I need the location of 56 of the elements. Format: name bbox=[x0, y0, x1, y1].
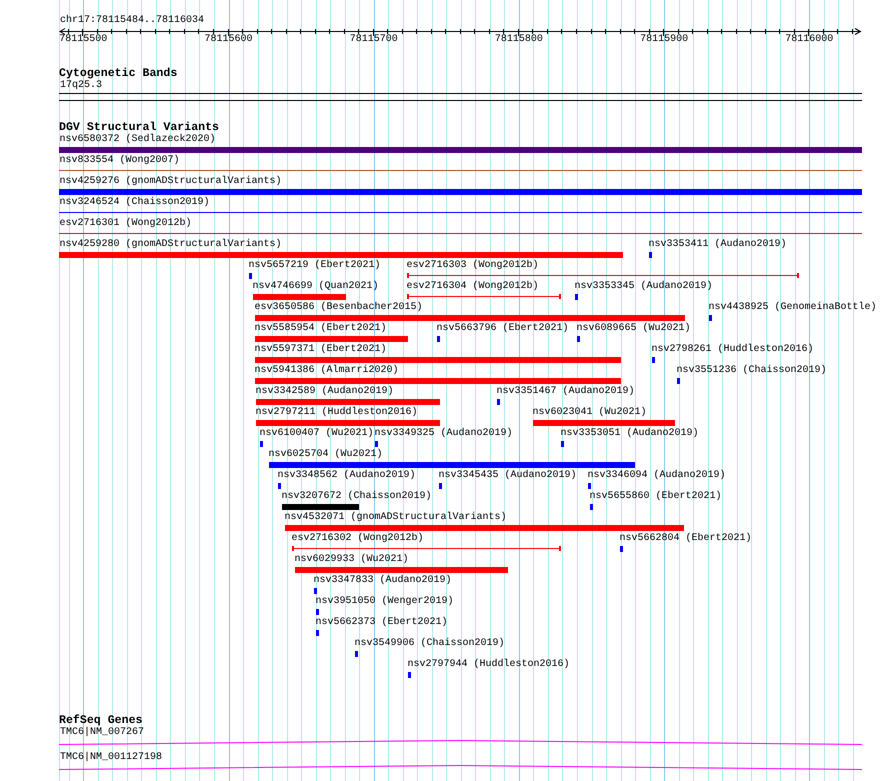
variant-label: nsv4532071 (gnomADStructuralVariants) bbox=[284, 513, 507, 523]
variant-label: nsv5657219 (Ebert2021) bbox=[248, 261, 381, 271]
variant-label: nsv4438925 (GenomeinaBottle) bbox=[708, 303, 877, 313]
variant-label: nsv4259280 (gnomADStructuralVariants) bbox=[60, 240, 282, 250]
tick-label: 78115900 bbox=[640, 35, 688, 45]
variant-label: nsv3551236 (Chaisson2019) bbox=[676, 366, 827, 376]
track-title: Cytogenetic Bands bbox=[59, 68, 178, 80]
variant-label: nsv4259276 (gnomADStructuralVariants) bbox=[60, 177, 282, 187]
tick-label: 78115700 bbox=[350, 35, 398, 45]
variant-label: nsv3549906 (Chaisson2019) bbox=[354, 639, 505, 649]
variant-label: nsv5597371 (Ebert2021) bbox=[254, 345, 387, 355]
variant-label: nsv5662373 (Ebert2021) bbox=[316, 618, 448, 628]
variant-label: esv2716302 (Wong2012b) bbox=[292, 534, 424, 544]
variant-label: nsv2797944 (Huddleston2016) bbox=[408, 660, 570, 670]
variant-label: esv2716303 (Wong2012b) bbox=[406, 261, 539, 271]
variant-label: nsv5655860 (Ebert2021) bbox=[590, 492, 722, 502]
variant-label: nsv5662804 (Ebert2021) bbox=[620, 534, 752, 544]
tick-label: 78115600 bbox=[204, 35, 253, 45]
band-label: 17q25.3 bbox=[60, 81, 102, 91]
tick-label: 78115500 bbox=[59, 35, 108, 45]
variant-label: nsv6089665 (Wu2021) bbox=[576, 324, 691, 334]
track-title: RefSeq Genes bbox=[59, 715, 142, 727]
tick-label: 78115800 bbox=[494, 35, 543, 45]
variant-label: nsv2797211 (Huddleston2016) bbox=[256, 408, 418, 418]
variant-label: nsv3207672 (Chaisson2019) bbox=[282, 492, 432, 502]
variant-label: nsv6023041 (Wu2021) bbox=[532, 408, 647, 418]
variant-label: nsv3345435 (Audano2019) bbox=[438, 471, 577, 481]
variant-label: nsv3353345 (Audano2019) bbox=[574, 282, 713, 292]
gene-label: TMC6|NM_007267 bbox=[60, 728, 144, 738]
variant-label: nsv6025704 (Wu2021) bbox=[268, 450, 383, 460]
variant-label: nsv5663796 (Ebert2021) bbox=[436, 324, 569, 334]
variant-label: nsv3351467 (Audano2019) bbox=[496, 387, 635, 397]
tick-label: 78116000 bbox=[785, 35, 834, 45]
gene-label: TMC6|NM_001127198 bbox=[60, 753, 162, 763]
variant-label: nsv3353051 (Audano2019) bbox=[560, 429, 699, 439]
variant-label: nsv4746699 (Quan2021) bbox=[252, 282, 379, 292]
variant-label: nsv3342589 (Audano2019) bbox=[256, 387, 394, 397]
variant-label: nsv5941386 (Almarri2020) bbox=[254, 366, 399, 376]
variant-label: esv2716301 (Wong2012b) bbox=[60, 219, 192, 229]
variant-label: nsv3346094 (Audano2019) bbox=[588, 471, 726, 481]
variant-label: nsv833554 (Wong2007) bbox=[60, 156, 180, 166]
variant-label: nsv3951050 (Wenger2019) bbox=[316, 597, 454, 607]
variant-label: nsv3347833 (Audano2019) bbox=[314, 576, 452, 586]
variant-label: nsv6580372 (Sedlazeck2020) bbox=[60, 135, 216, 145]
variant-label: nsv3246524 (Chaisson2019) bbox=[60, 198, 210, 208]
track-title: DGV Structural Variants bbox=[59, 122, 220, 134]
variant-label: nsv6029933 (Wu2021) bbox=[294, 555, 409, 565]
variant-label: nsv6100407 (Wu2021) bbox=[260, 429, 374, 439]
variant-label: nsv2798261 (Huddleston2016) bbox=[652, 345, 814, 355]
variant-label: esv2716304 (Wong2012b) bbox=[406, 282, 539, 292]
variant-label: nsv5585954 (Ebert2021) bbox=[254, 324, 387, 334]
variant-label: nsv3349325 (Audano2019) bbox=[374, 429, 513, 439]
variant-label: nsv3353411 (Audano2019) bbox=[648, 240, 787, 250]
variant-label: esv3650586 (Besenbacher2015) bbox=[254, 303, 423, 313]
variant-label: nsv3348562 (Audano2019) bbox=[278, 471, 416, 481]
location-label: chr17:78115484..78116034 bbox=[60, 16, 204, 26]
